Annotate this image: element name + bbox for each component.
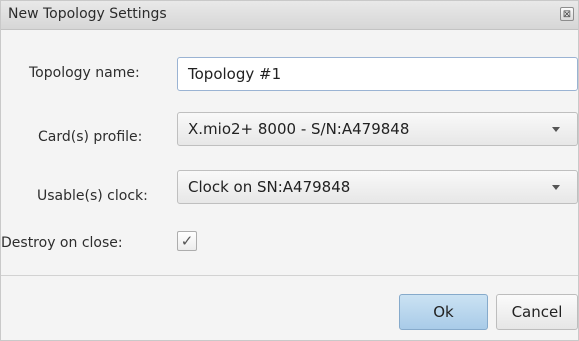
ok-button[interactable]: Ok	[399, 294, 488, 330]
separator	[1, 275, 578, 276]
dialog-title: New Topology Settings	[8, 6, 167, 22]
usable-clock-label: Usable(s) clock:	[37, 188, 148, 204]
topology-name-label: Topology name:	[29, 65, 140, 81]
cards-profile-selected-value: X.mio2+ 8000 - S/N:A479848	[188, 120, 410, 138]
checkmark-icon: ✓	[180, 232, 194, 250]
usable-clock-selected-value: Clock on SN:A479848	[188, 178, 351, 196]
topology-name-input[interactable]: Topology #1	[177, 57, 578, 91]
cards-profile-select[interactable]: X.mio2+ 8000 - S/N:A479848	[177, 112, 578, 146]
destroy-on-close-checkbox[interactable]: ✓	[177, 231, 197, 251]
close-icon[interactable]: ⊠	[560, 7, 574, 21]
usable-clock-select[interactable]: Clock on SN:A479848	[177, 170, 578, 204]
cards-profile-label: Card(s) profile:	[38, 129, 143, 145]
title-bar[interactable]: New Topology Settings ⊠	[1, 1, 578, 30]
cancel-button[interactable]: Cancel	[496, 294, 578, 330]
destroy-on-close-label: Destroy on close:	[1, 235, 123, 251]
chevron-down-icon[interactable]	[552, 127, 560, 132]
chevron-down-icon[interactable]	[552, 185, 560, 190]
new-topology-settings-dialog: New Topology Settings ⊠ Topology name: T…	[0, 0, 579, 341]
